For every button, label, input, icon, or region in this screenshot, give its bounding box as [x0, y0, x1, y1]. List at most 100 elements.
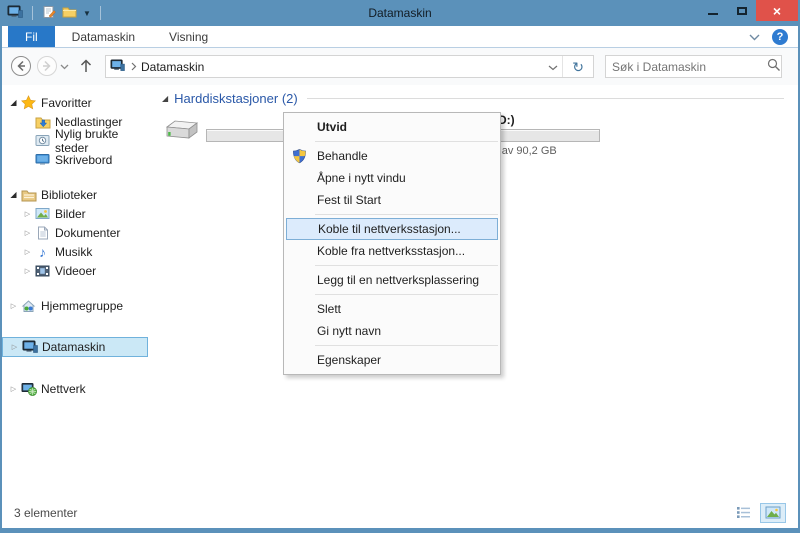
search-icon[interactable] — [767, 58, 781, 75]
sidebar-item-musikk[interactable]: ▷ ♪ Musikk — [2, 242, 148, 261]
app-computer-icon — [7, 5, 23, 22]
forward-button[interactable] — [36, 55, 58, 77]
sidebar-item-label: Videoer — [55, 264, 96, 278]
menu-item-koble-fra-nettverksstasjon[interactable]: Koble fra nettverksstasjon... — [284, 240, 500, 262]
navigation-toolbar: Datamaskin ↻ — [2, 48, 798, 85]
large-icons-view-button[interactable] — [760, 503, 786, 523]
navigation-pane: ◢ Favoritter Nedlastinger Nylig brukte s… — [2, 85, 148, 497]
up-button[interactable] — [78, 55, 100, 77]
collapse-icon[interactable]: ◢ — [7, 190, 20, 199]
expand-icon[interactable]: ▷ — [21, 210, 34, 218]
tab-computer[interactable]: Datamaskin — [55, 26, 152, 47]
status-bar: 3 elementer — [2, 497, 798, 528]
minimize-icon — [708, 13, 718, 15]
expand-ribbon-chevron-icon[interactable] — [749, 30, 760, 44]
close-icon: × — [773, 3, 781, 19]
item-count: 3 elementer — [14, 506, 77, 520]
sidebar-item-label: Favoritter — [41, 96, 92, 110]
downloads-folder-icon — [34, 114, 51, 130]
menu-item-fest-til-start[interactable]: Fest til Start — [284, 189, 500, 211]
address-bar[interactable]: Datamaskin ↻ — [105, 55, 594, 78]
qat-new-folder-button[interactable] — [62, 5, 77, 21]
hard-disk-icon — [162, 113, 206, 147]
expand-icon[interactable]: ▷ — [7, 385, 20, 393]
network-icon — [20, 381, 37, 397]
menu-item-egenskaper[interactable]: Egenskaper — [284, 349, 500, 371]
sidebar-item-label: Hjemmegruppe — [41, 299, 123, 313]
recent-places-icon — [34, 133, 51, 149]
context-menu: Utvid Behandle Åpne i nytt vindu Fest ti… — [283, 112, 501, 375]
drive-group-header[interactable]: ◢ Harddiskstasjoner (2) — [162, 91, 784, 106]
search-input[interactable] — [612, 60, 767, 74]
menu-item-apne-i-nytt-vindu[interactable]: Åpne i nytt vindu — [284, 167, 500, 189]
libraries-icon — [20, 187, 37, 203]
sidebar-item-hjemmegruppe[interactable]: ▷ Hjemmegruppe — [2, 296, 148, 315]
divider — [100, 6, 101, 20]
menu-item-utvid[interactable]: Utvid — [284, 116, 500, 138]
breadcrumb-chevron-icon[interactable] — [131, 60, 137, 74]
expand-icon[interactable]: ▷ — [21, 229, 34, 237]
breadcrumb-segment[interactable]: Datamaskin — [141, 60, 204, 74]
menu-item-legg-til-nettverksplassering[interactable]: Legg til en nettverksplassering — [284, 269, 500, 291]
back-button[interactable] — [10, 55, 32, 77]
sidebar-item-label: Biblioteker — [41, 188, 97, 202]
sidebar-item-label: Datamaskin — [42, 340, 105, 354]
expand-icon[interactable]: ▷ — [7, 302, 20, 310]
sidebar-item-label: Bilder — [55, 207, 86, 221]
address-computer-icon — [110, 59, 125, 75]
file-list-pane: ◢ Harddiskstasjoner (2) — [148, 85, 798, 497]
maximize-button[interactable] — [727, 0, 756, 21]
search-box[interactable] — [605, 55, 782, 78]
expand-icon[interactable]: ▷ — [21, 267, 34, 275]
sidebar-item-bilder[interactable]: ▷ Bilder — [2, 204, 148, 223]
sidebar-item-label: Nettverk — [41, 382, 86, 396]
videos-icon — [34, 263, 51, 279]
menu-item-slett[interactable]: Slett — [284, 298, 500, 320]
sidebar-item-nylig-brukte-steder[interactable]: Nylig brukte steder — [2, 131, 148, 150]
homegroup-icon — [20, 298, 37, 314]
documents-icon — [34, 225, 51, 241]
minimize-button[interactable] — [698, 0, 727, 21]
group-header-label: Harddiskstasjoner (2) — [174, 91, 298, 106]
sidebar-item-favoritter[interactable]: ◢ Favoritter — [2, 93, 148, 112]
tab-view[interactable]: Visning — [152, 26, 225, 47]
menu-item-label: Behandle — [317, 149, 368, 163]
sidebar-item-dokumenter[interactable]: ▷ Dokumenter — [2, 223, 148, 242]
menu-separator — [315, 265, 498, 266]
sidebar-item-biblioteker[interactable]: ◢ Biblioteker — [2, 185, 148, 204]
menu-item-gi-nytt-navn[interactable]: Gi nytt navn — [284, 320, 500, 342]
menu-item-behandle[interactable]: Behandle — [284, 145, 500, 167]
explorer-window: ▼ Datamaskin × Fil Datamaskin Visning ? — [0, 0, 800, 533]
collapse-icon[interactable]: ◢ — [162, 94, 168, 103]
ribbon-tab-bar: Fil Datamaskin Visning ? — [2, 26, 798, 48]
qat-customize-dropdown-icon[interactable]: ▼ — [83, 9, 91, 18]
qat-properties-button[interactable] — [42, 5, 56, 22]
close-button[interactable]: × — [756, 0, 798, 21]
sidebar-item-label: Skrivebord — [55, 153, 112, 167]
desktop-icon — [34, 152, 51, 168]
titlebar: ▼ Datamaskin × — [0, 0, 800, 26]
tab-file[interactable]: Fil — [8, 26, 55, 47]
details-view-button[interactable] — [730, 503, 756, 523]
sidebar-item-label: Dokumenter — [55, 226, 120, 240]
address-dropdown-chevron-icon[interactable] — [548, 60, 558, 74]
menu-separator — [315, 345, 498, 346]
window-title: Datamaskin — [0, 6, 800, 20]
recent-locations-dropdown-icon[interactable] — [60, 55, 74, 77]
music-note-icon: ♪ — [34, 244, 51, 260]
menu-separator — [315, 141, 498, 142]
menu-separator — [315, 294, 498, 295]
menu-item-koble-til-nettverksstasjon[interactable]: Koble til nettverksstasjon... — [286, 218, 498, 240]
expand-icon[interactable]: ▷ — [21, 248, 34, 256]
computer-icon — [21, 339, 38, 355]
collapse-icon[interactable]: ◢ — [7, 98, 20, 107]
divider — [32, 6, 33, 20]
star-icon — [20, 95, 37, 111]
sidebar-item-videoer[interactable]: ▷ Videoer — [2, 261, 148, 280]
sidebar-item-nettverk[interactable]: ▷ Nettverk — [2, 379, 148, 398]
expand-icon[interactable]: ▷ — [8, 343, 21, 351]
refresh-icon[interactable]: ↻ — [567, 60, 589, 74]
help-button[interactable]: ? — [772, 29, 788, 45]
sidebar-item-label: Nylig brukte steder — [55, 127, 148, 155]
sidebar-item-datamaskin[interactable]: ▷ Datamaskin — [2, 337, 148, 357]
